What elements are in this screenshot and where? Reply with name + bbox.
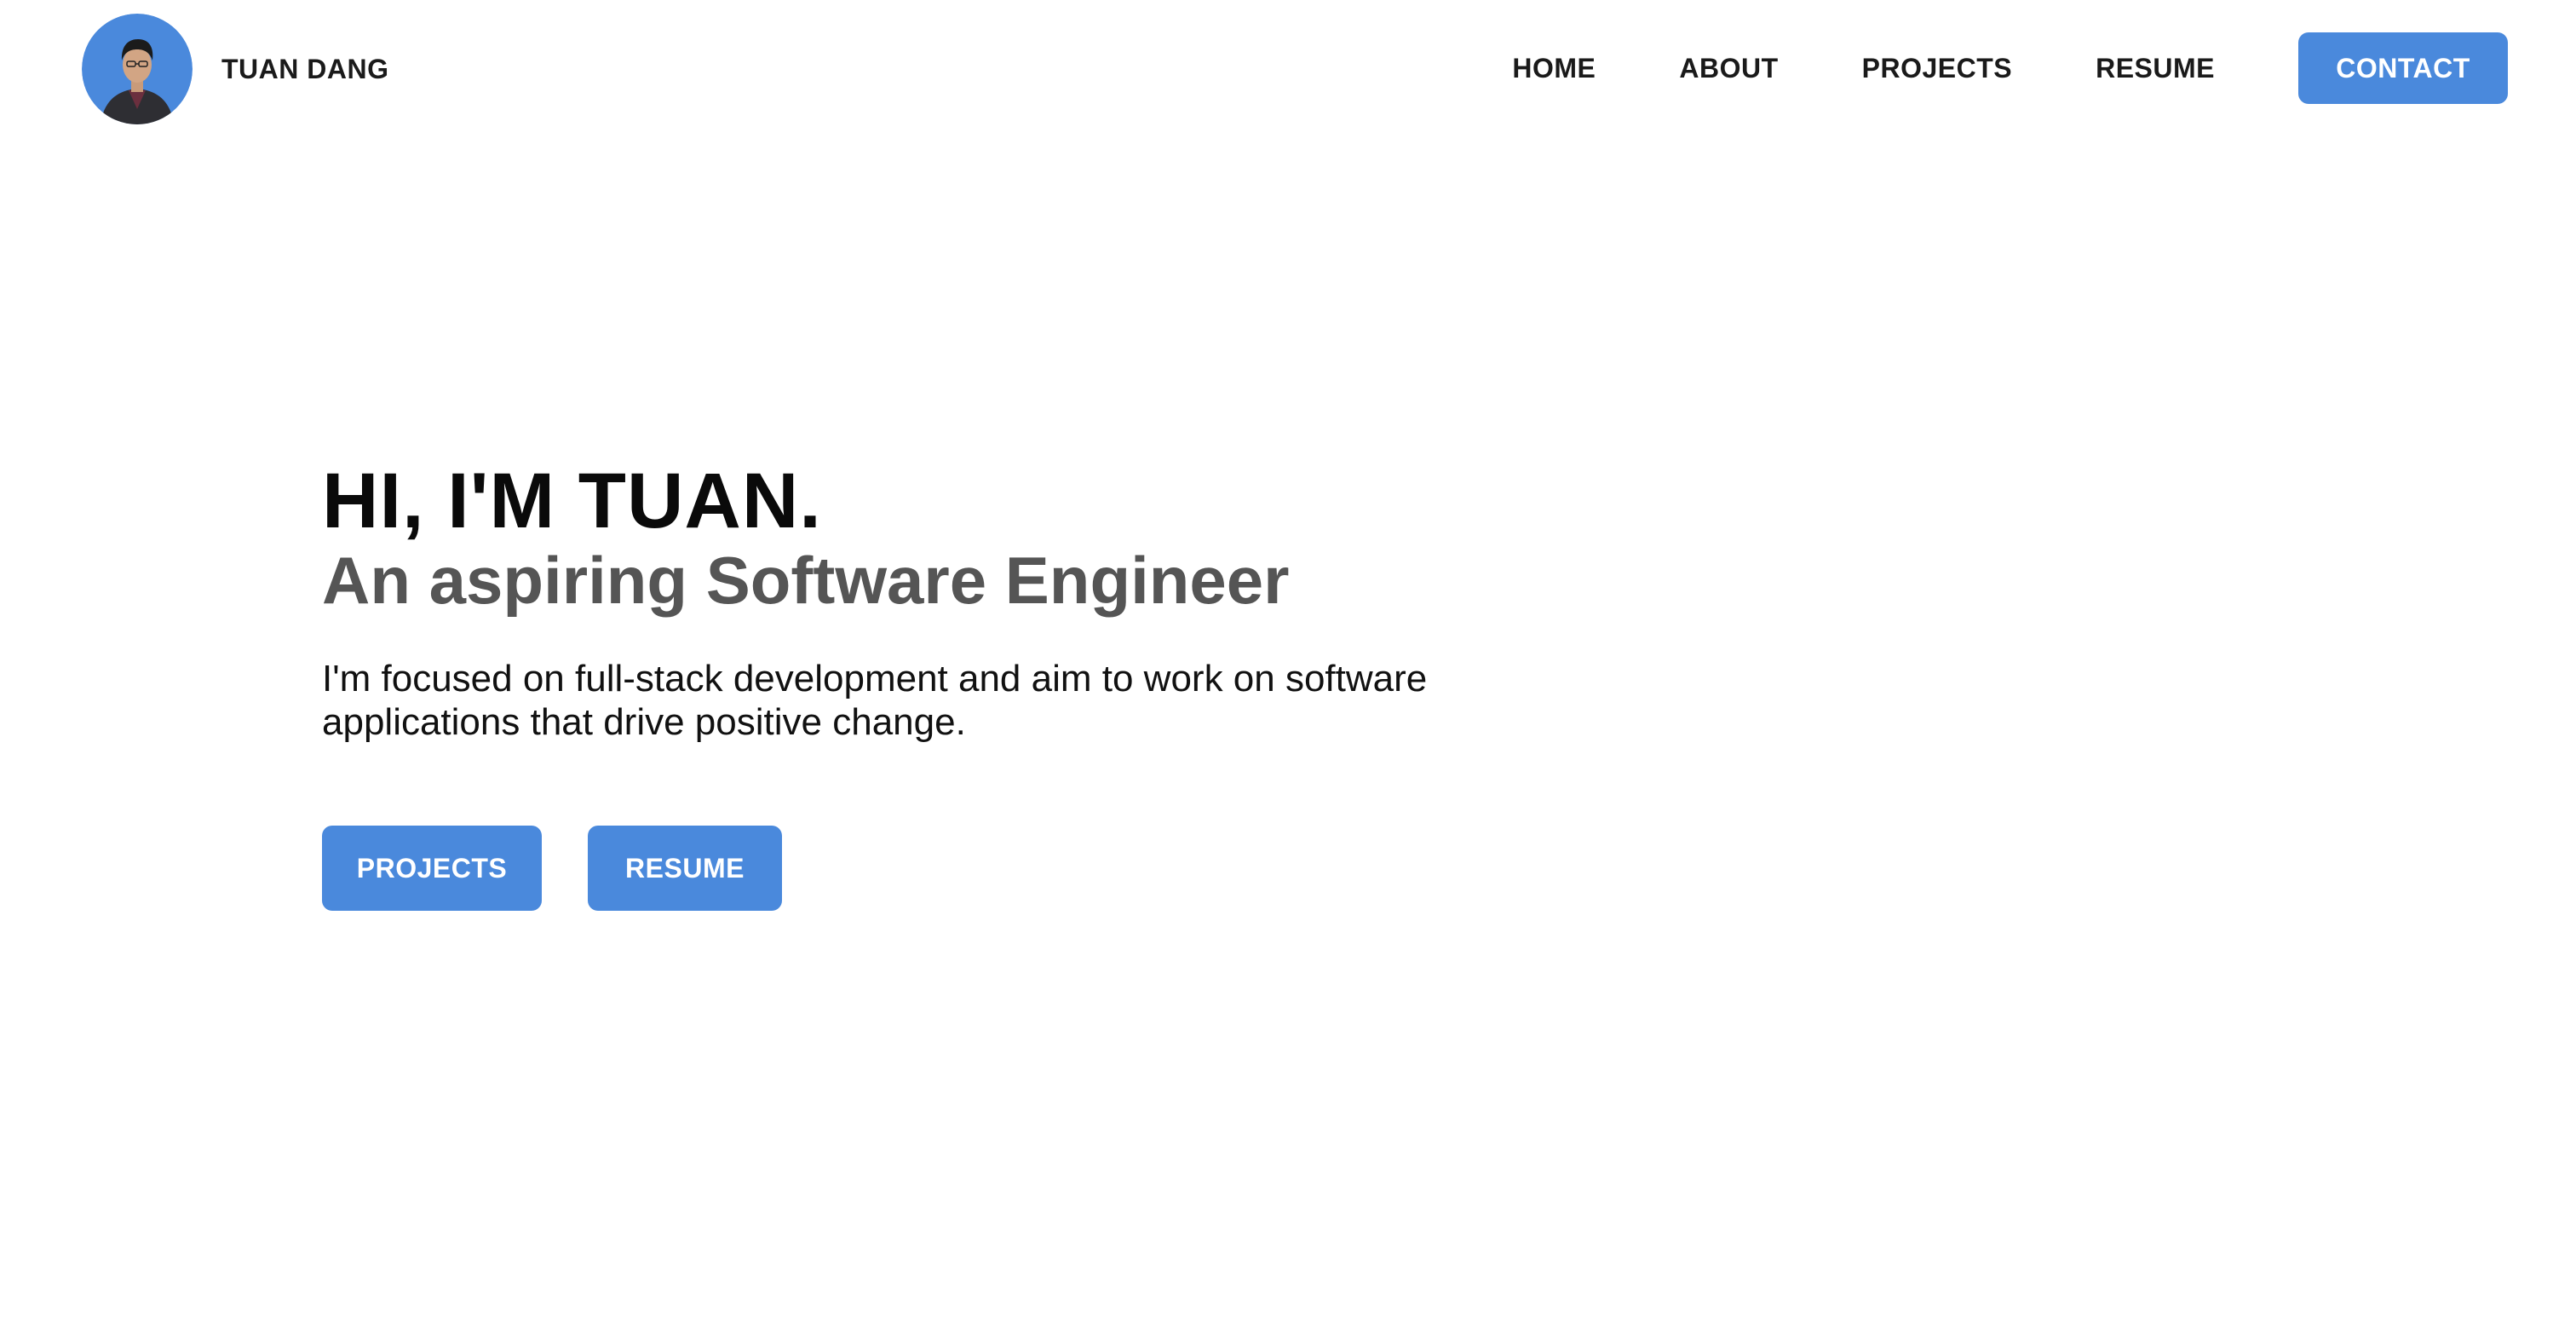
hero-subtitle: An aspiring Software Engineer bbox=[322, 542, 1290, 618]
nav-link-resume[interactable]: RESUME bbox=[2096, 53, 2215, 84]
nav-link-home[interactable]: HOME bbox=[1512, 53, 1596, 84]
site-header: TUAN DANG HOME ABOUT PROJECTS RESUME CON… bbox=[0, 0, 2576, 136]
brand[interactable]: TUAN DANG bbox=[82, 14, 388, 124]
hero-title: HI, I'M TUAN. bbox=[322, 458, 822, 544]
projects-button[interactable]: PROJECTS bbox=[322, 826, 542, 912]
brand-name[interactable]: TUAN DANG bbox=[221, 54, 388, 85]
main-nav: HOME ABOUT PROJECTS RESUME CONTACT bbox=[1512, 32, 2508, 104]
hero-section: HI, I'M TUAN. An aspiring Software Engin… bbox=[322, 458, 1600, 912]
nav-link-projects[interactable]: PROJECTS bbox=[1862, 53, 2012, 84]
hero-description: I'm focused on full-stack development an… bbox=[322, 658, 1428, 743]
contact-button[interactable]: CONTACT bbox=[2298, 32, 2508, 104]
hero-buttons: PROJECTS RESUME bbox=[322, 826, 1600, 912]
nav-link-about[interactable]: ABOUT bbox=[1679, 53, 1778, 84]
page: TUAN DANG HOME ABOUT PROJECTS RESUME CON… bbox=[0, 0, 2576, 1324]
resume-button[interactable]: RESUME bbox=[588, 826, 782, 912]
avatar[interactable] bbox=[82, 14, 193, 124]
